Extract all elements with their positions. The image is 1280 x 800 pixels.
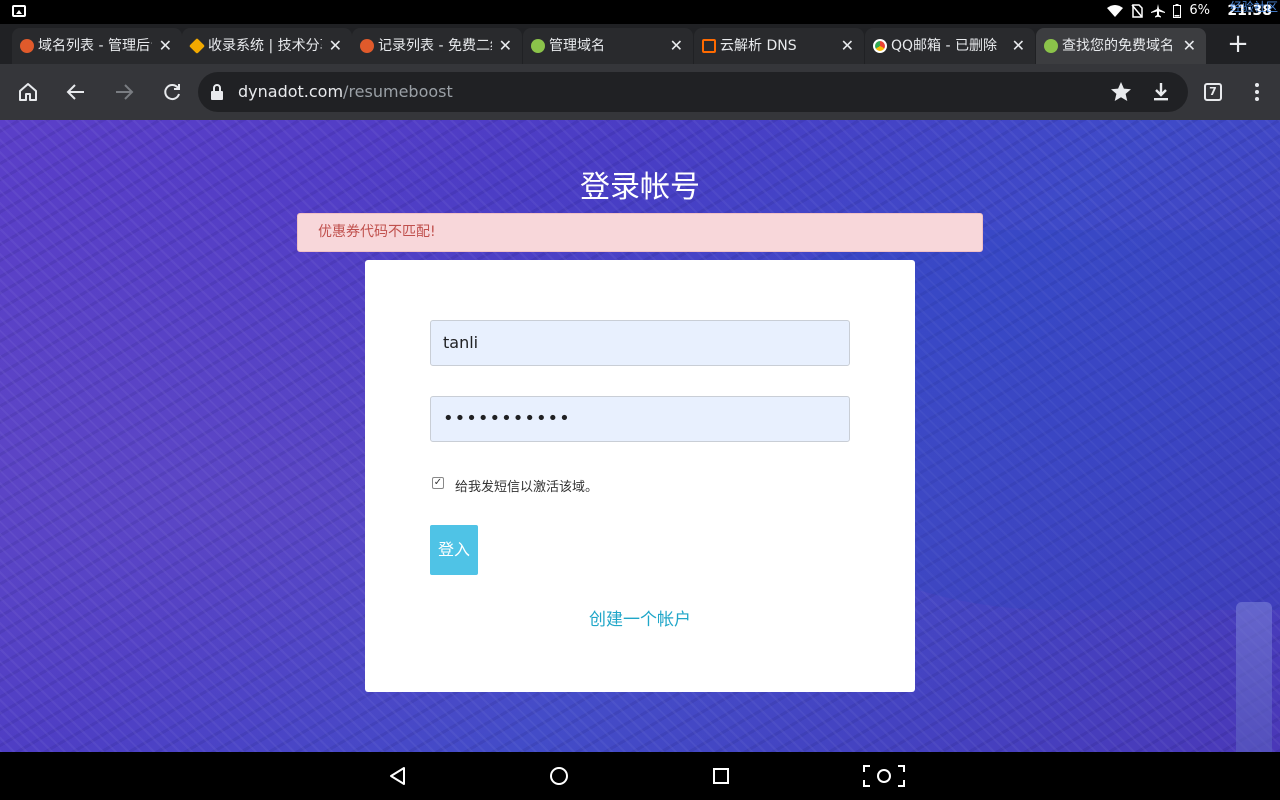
- url-text: dynadot.com/resumeboost: [238, 82, 453, 101]
- tab-title: 管理域名: [549, 38, 605, 54]
- no-sim-icon: [1131, 3, 1144, 18]
- forward-arrow-icon: [116, 84, 134, 100]
- lock-icon: [211, 84, 223, 100]
- login-button[interactable]: 登入: [430, 525, 478, 575]
- browser-tab-active[interactable]: 查找您的免费域名 ✕: [1036, 28, 1206, 64]
- tab-count: 7: [1204, 83, 1222, 101]
- home-icon: [19, 83, 37, 101]
- star-icon: [1111, 82, 1131, 101]
- browser-tab[interactable]: 云解析 DNS ✕: [694, 28, 864, 64]
- reload-icon: [164, 84, 180, 101]
- airplane-icon: [1151, 3, 1166, 17]
- tab-title: 域名列表 - 管理后台: [38, 38, 152, 54]
- back-arrow-icon: [66, 84, 84, 100]
- login-page: 登录帐号 优惠券代码不匹配! tanli ••••••••••• ✓ 给我发短信…: [0, 120, 1280, 752]
- favicon-icon: [531, 39, 545, 53]
- sms-checkbox[interactable]: ✓: [432, 477, 444, 489]
- back-button[interactable]: [62, 78, 90, 106]
- favicon-icon: [189, 38, 205, 54]
- download-button[interactable]: [1147, 78, 1175, 106]
- new-tab-button[interactable]: +: [1224, 30, 1252, 58]
- create-account-link[interactable]: 创建一个帐户: [365, 605, 915, 630]
- system-nav-bar: [0, 752, 1280, 800]
- more-vert-icon: [1255, 83, 1259, 101]
- status-icons: 6%: [1107, 3, 1210, 18]
- close-icon[interactable]: ✕: [1012, 28, 1025, 64]
- tab-title: QQ邮箱 - 已删除: [891, 38, 997, 54]
- browser-tab[interactable]: 域名列表 - 管理后台 ✕: [12, 28, 182, 64]
- tab-title: 收录系统 | 技术分享: [208, 38, 322, 54]
- nav-home-icon[interactable]: [547, 764, 571, 788]
- url-path: /resumeboost: [343, 82, 453, 101]
- browser-toolbar: dynadot.com/resumeboost 7: [0, 64, 1280, 120]
- error-alert: 优惠券代码不匹配!: [297, 213, 983, 252]
- menu-button[interactable]: [1243, 78, 1271, 106]
- browser-tab[interactable]: QQ邮箱 - 已删除 ✕: [865, 28, 1035, 64]
- close-icon[interactable]: ✕: [159, 28, 172, 64]
- browser-tab[interactable]: 收录系统 | 技术分享 ✕: [182, 28, 352, 64]
- close-icon[interactable]: ✕: [841, 28, 854, 64]
- download-icon: [1154, 83, 1168, 101]
- wifi-icon: [1107, 4, 1124, 17]
- favicon-icon: [360, 39, 374, 53]
- favicon-icon: [873, 39, 887, 53]
- home-button[interactable]: [14, 78, 42, 106]
- address-bar[interactable]: dynadot.com/resumeboost: [198, 72, 1188, 112]
- screenshot-icon[interactable]: [862, 764, 906, 788]
- page-title: 登录帐号: [580, 170, 700, 205]
- notification-icon: [12, 5, 26, 17]
- close-icon[interactable]: ✕: [499, 28, 512, 64]
- nav-back-icon[interactable]: [386, 764, 410, 788]
- tab-switcher-button[interactable]: 7: [1199, 78, 1227, 106]
- favicon-icon: [20, 39, 34, 53]
- tab-title: 查找您的免费域名: [1062, 38, 1174, 54]
- tab-title: 记录列表 - 免费二级: [378, 38, 492, 54]
- battery-icon: [1173, 3, 1182, 18]
- close-icon[interactable]: ✕: [329, 28, 342, 64]
- bookmark-button[interactable]: [1107, 78, 1135, 106]
- background-building: [1236, 602, 1272, 752]
- close-icon[interactable]: ✕: [670, 28, 683, 64]
- browser-tab[interactable]: 管理域名 ✕: [523, 28, 693, 64]
- sms-checkbox-label: 给我发短信以激活该域。: [455, 480, 599, 495]
- tab-title: 云解析 DNS: [720, 38, 797, 54]
- watermark: 经验社区: [1229, 0, 1278, 14]
- battery-percent: 6%: [1189, 3, 1210, 18]
- nav-recents-icon[interactable]: [709, 764, 733, 788]
- favicon-icon: [1044, 39, 1058, 53]
- browser-tab[interactable]: 记录列表 - 免费二级 ✕: [352, 28, 522, 64]
- favicon-icon: [702, 39, 716, 53]
- reload-button[interactable]: [158, 78, 186, 106]
- username-field[interactable]: tanli: [430, 320, 850, 366]
- forward-button[interactable]: [110, 78, 138, 106]
- url-domain: dynadot.com: [238, 82, 344, 101]
- tab-strip: 域名列表 - 管理后台 ✕ 收录系统 | 技术分享 ✕ 记录列表 - 免费二级 …: [0, 24, 1280, 64]
- close-icon[interactable]: ✕: [1183, 28, 1196, 64]
- status-bar: 6% 21:38 经验社区: [0, 0, 1280, 24]
- login-card: tanli ••••••••••• ✓ 给我发短信以激活该域。 登入 创建一个帐…: [365, 260, 915, 692]
- password-field[interactable]: •••••••••••: [430, 396, 850, 442]
